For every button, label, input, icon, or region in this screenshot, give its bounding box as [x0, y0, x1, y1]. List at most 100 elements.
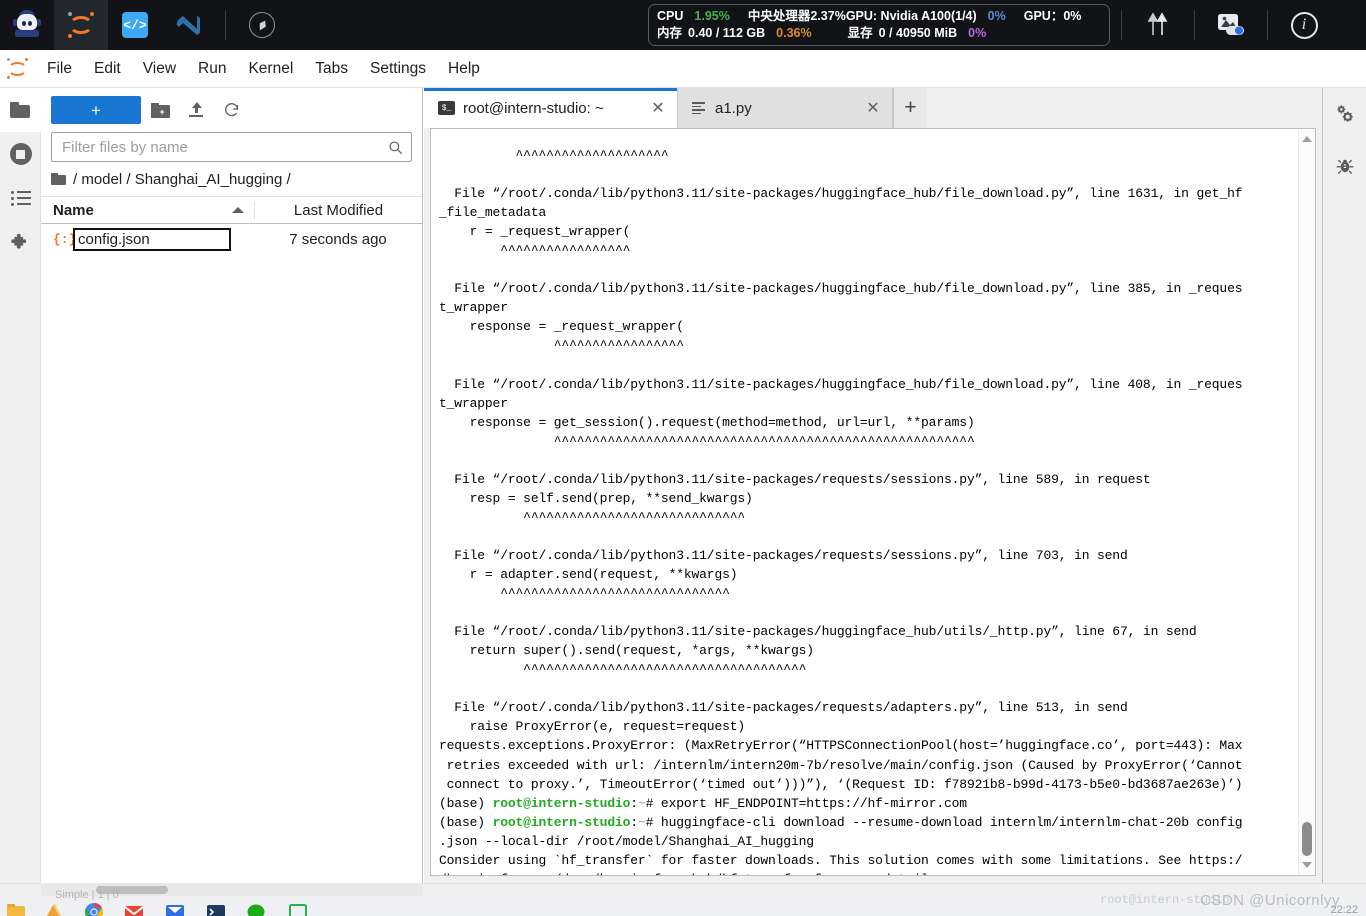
taskbar-icon-explorer[interactable] [44, 902, 66, 916]
cn-cpu-label: 中央处理器 [747, 9, 811, 23]
app-compass[interactable] [235, 0, 289, 50]
app-code-editor[interactable]: </> [108, 0, 162, 50]
taskbar-icon-wechat[interactable] [246, 902, 268, 916]
terminal-scrollbar[interactable] [1298, 130, 1314, 874]
stats-row-cpu: CPU 1.95% 中央处理器 2.37% GPU: Nvidia A100(1… [657, 8, 1101, 25]
scroll-up-arrow[interactable] [1299, 132, 1315, 146]
sidebar-item-extension-manager[interactable] [0, 220, 41, 264]
gpu2-label: GPU： [1023, 9, 1064, 23]
menu-help[interactable]: Help [437, 57, 491, 81]
topbar-divider-4 [1267, 10, 1268, 40]
new-launcher-button[interactable]: + [51, 96, 141, 124]
list-icon [10, 190, 31, 206]
upload-button[interactable] [179, 96, 213, 124]
search-icon [389, 140, 403, 154]
search-input[interactable] [60, 137, 388, 157]
topbar-divider-3 [1194, 10, 1195, 40]
memory-percent: 0.36% [776, 26, 812, 40]
stop-circle-icon [9, 143, 32, 165]
sidebar-item-file-browser[interactable] [0, 88, 41, 132]
code-editor-icon: </> [122, 12, 148, 38]
taskbar-icon-chrome[interactable] [84, 902, 106, 916]
sidebar-item-debugger[interactable] [1323, 140, 1366, 192]
sort-ascending-icon [232, 207, 244, 213]
vram-label: 显存 [847, 26, 873, 40]
taskbar-icon-notes[interactable] [288, 902, 310, 916]
table-row[interactable]: {:} 7 seconds ago [41, 224, 422, 254]
memory-label: 内存 [657, 26, 683, 40]
puzzle-icon [11, 233, 27, 249]
terminal-icon: $_ [438, 101, 455, 115]
terminal-panel[interactable]: ^^^^^^^^^^^^^^^^^^^^ File “/root/.conda/… [430, 128, 1316, 876]
file-last-modified: 7 seconds ago [289, 230, 387, 248]
new-folder-button[interactable]: + [143, 96, 177, 124]
breadcrumb[interactable]: / model / Shanghai_AI_hugging / [41, 162, 422, 196]
jupyter-small-icon [7, 57, 29, 80]
gpu2-value: 0% [1063, 9, 1082, 23]
file-browser-toolbar: + + [41, 88, 422, 132]
jupyterlab-logo [0, 57, 36, 80]
sidebar-item-table-of-contents[interactable] [0, 176, 41, 220]
right-activity-bar [1322, 88, 1366, 883]
vram-percent: 0% [968, 26, 987, 40]
tab-terminal-close-icon[interactable]: ✕ [649, 98, 667, 118]
new-folder-icon: + [150, 102, 170, 118]
column-header-last-modified[interactable]: Last Modified [254, 201, 422, 219]
file-name-rename-input[interactable] [73, 227, 231, 251]
vram-value: 0 / 40950 MiB [878, 26, 958, 40]
menu-settings[interactable]: Settings [359, 57, 437, 81]
gears-icon [1337, 105, 1353, 122]
cpu-value: 1.95% [694, 9, 730, 23]
sidebar-item-running-terminals[interactable] [0, 132, 41, 176]
upload-download-icon [1145, 11, 1171, 39]
app-network-monitor[interactable] [1131, 0, 1185, 50]
app-vscode[interactable] [162, 0, 216, 50]
breadcrumb-home-icon[interactable] [51, 173, 66, 185]
app-ai-assistant[interactable] [0, 0, 54, 50]
dock-tab-bar: $_ root@intern-studio: ~ ✕ a1.py ✕ + [424, 88, 1322, 128]
refresh-icon [225, 103, 239, 117]
text-file-icon [692, 101, 707, 115]
column-header-name[interactable]: Name [41, 202, 254, 219]
scrollbar-thumb[interactable] [1302, 822, 1312, 856]
file-browser-panel: + + / model / Shanghai_AI_hugging / [41, 88, 423, 883]
system-stats-panel: CPU 1.95% 中央处理器 2.37% GPU: Nvidia A100(1… [648, 4, 1110, 46]
menu-file[interactable]: File [36, 57, 83, 81]
json-file-icon: {:} [53, 231, 77, 247]
menu-tabs[interactable]: Tabs [304, 57, 359, 81]
file-list-header: Name Last Modified [41, 196, 422, 224]
taskbar-icon-outlook[interactable] [165, 902, 187, 916]
menu-edit[interactable]: Edit [83, 57, 132, 81]
topbar-divider-1 [225, 10, 226, 40]
sidebar-item-property-inspector[interactable] [1323, 88, 1366, 140]
left-activity-bar [0, 88, 41, 883]
terminal-output: ^^^^^^^^^^^^^^^^^^^^ File “/root/.conda/… [439, 148, 1243, 875]
tab-a1py[interactable]: a1.py ✕ [678, 88, 893, 128]
jupyter-menu-bar: File Edit View Run Kernel Tabs Settings … [0, 50, 1366, 88]
menu-run[interactable]: Run [187, 57, 237, 81]
gpu-label: GPU: Nvidia A100(1/4) [845, 9, 977, 23]
info-icon: i [1290, 11, 1318, 39]
app-info[interactable]: i [1277, 0, 1331, 50]
csdn-watermark: CSDN @Unicornlyy [1200, 892, 1340, 909]
breadcrumb-path[interactable]: / model / Shanghai_AI_hugging / [73, 171, 291, 188]
scroll-down-arrow[interactable] [1299, 858, 1315, 872]
image-toggle-icon [1216, 12, 1246, 38]
taskbar-icon-terminal[interactable] [206, 902, 228, 916]
os-top-bar: </> CPU 1.95% 中央处理器 2.37% GPU: Nvidia A1… [0, 0, 1366, 50]
ai-assistant-icon [12, 10, 42, 40]
tab-a1py-close-icon[interactable]: ✕ [864, 98, 882, 118]
tab-terminal[interactable]: $_ root@intern-studio: ~ ✕ [424, 88, 678, 128]
app-display-toggle[interactable] [1204, 0, 1258, 50]
refresh-button[interactable] [215, 96, 249, 124]
new-tab-button[interactable]: + [893, 88, 927, 128]
app-jupyter[interactable] [54, 0, 108, 50]
taskbar-icon-mail[interactable] [124, 902, 146, 916]
vscode-icon [175, 12, 203, 38]
menu-view[interactable]: View [132, 57, 187, 81]
filter-files-box[interactable] [51, 132, 412, 162]
menu-kernel[interactable]: Kernel [237, 57, 304, 81]
taskbar-icon-files[interactable] [6, 902, 28, 916]
status-bar-text: Simple | 1 | 0 [55, 889, 119, 901]
cpu-label: CPU [657, 9, 684, 23]
